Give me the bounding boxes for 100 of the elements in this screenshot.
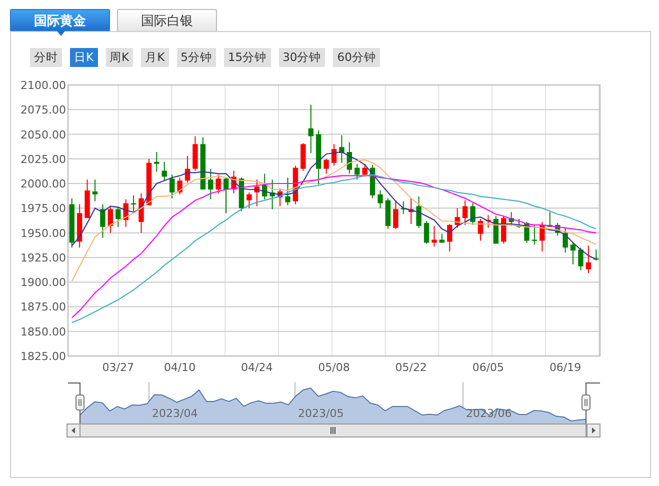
period-button[interactable]: 分时 — [30, 48, 62, 67]
candle — [216, 174, 221, 194]
candle — [508, 212, 514, 226]
period-button[interactable]: 60分钟 — [333, 48, 380, 67]
axis-label: 1950.00 — [20, 226, 66, 240]
candle — [231, 170, 236, 194]
axis-label: 06/19 — [549, 361, 582, 374]
axis-label: 06/05 — [472, 361, 504, 374]
candle — [478, 218, 484, 242]
candle — [277, 188, 283, 207]
axis-label: 2050.00 — [20, 128, 66, 142]
axis-label: 1850.00 — [20, 325, 66, 338]
candle — [116, 206, 121, 228]
candle — [76, 204, 82, 248]
candle — [385, 198, 391, 230]
candle — [100, 204, 106, 238]
axis-label: 03/27 — [102, 361, 134, 374]
candle — [540, 221, 545, 252]
candle — [439, 233, 445, 244]
candle — [316, 130, 322, 186]
candle — [400, 200, 406, 215]
candle — [354, 163, 360, 180]
candle — [92, 179, 98, 202]
period-button[interactable]: 月K — [141, 48, 169, 67]
axis-label: 1875.00 — [20, 300, 66, 314]
grip-icon — [330, 426, 336, 434]
pointer-icon — [57, 31, 65, 36]
axis-label: 2075.00 — [20, 104, 66, 117]
candle — [308, 104, 314, 154]
candle — [586, 245, 592, 274]
candle — [138, 192, 144, 234]
candle — [594, 249, 599, 261]
candle — [292, 165, 298, 205]
axis-label: 05/22 — [395, 361, 427, 374]
candle — [146, 158, 152, 206]
scroll-left-button[interactable] — [66, 424, 80, 438]
period-button[interactable]: 日K — [70, 48, 98, 67]
candle — [370, 164, 376, 199]
axis-label: 2000.00 — [20, 178, 66, 191]
candle — [378, 190, 383, 209]
axis-label: 1925.00 — [20, 251, 66, 264]
candle — [254, 179, 260, 207]
candle — [108, 206, 113, 234]
candle — [416, 196, 422, 228]
axis-label: 1825.00 — [20, 350, 66, 363]
candle — [424, 220, 430, 244]
candle — [84, 179, 90, 219]
candle — [462, 200, 468, 226]
candle — [516, 218, 522, 228]
candle — [223, 177, 229, 214]
period-button[interactable]: 30分钟 — [278, 48, 326, 67]
candle — [270, 179, 275, 210]
candle — [184, 155, 190, 184]
candle — [331, 144, 337, 166]
candle — [470, 202, 476, 226]
candle — [339, 134, 344, 164]
candle — [285, 177, 290, 206]
candle — [547, 212, 552, 228]
candle — [432, 225, 437, 248]
tab[interactable]: 国际白银 — [117, 9, 217, 31]
candle — [246, 192, 252, 209]
axis-label: 05/08 — [318, 361, 350, 374]
candle — [69, 198, 74, 248]
axis-label: 04/10 — [164, 361, 196, 374]
period-button[interactable]: 15分钟 — [224, 48, 271, 67]
candle — [262, 173, 268, 200]
candle — [524, 221, 530, 244]
scrollbar-thumb[interactable] — [80, 424, 586, 438]
candle — [408, 198, 414, 224]
candle — [346, 142, 352, 174]
candle — [169, 174, 175, 199]
candle — [562, 227, 568, 254]
candle — [362, 163, 368, 178]
candle — [393, 200, 398, 230]
candle — [123, 198, 128, 228]
navigator-handle[interactable] — [582, 394, 590, 410]
candle — [555, 222, 560, 236]
candle — [238, 177, 244, 212]
scroll-right-button[interactable] — [586, 424, 600, 438]
period-button[interactable]: 5分钟 — [176, 48, 216, 67]
candle — [200, 136, 206, 190]
candle — [447, 223, 452, 252]
candle — [486, 214, 491, 228]
candle — [324, 158, 329, 174]
candle — [493, 216, 499, 244]
axis-label: 1900.00 — [20, 276, 66, 290]
candle — [154, 152, 160, 172]
axis-label: 04/24 — [241, 361, 273, 374]
candle — [130, 194, 136, 212]
candle — [177, 177, 182, 195]
candle — [532, 224, 538, 246]
candle — [192, 136, 198, 172]
navigator-handle[interactable] — [76, 394, 84, 410]
candle — [208, 168, 214, 200]
period-button[interactable]: 周K — [106, 48, 134, 67]
candle — [454, 208, 460, 228]
axis-label: 1975.00 — [20, 202, 66, 216]
axis-label: 2025.00 — [20, 152, 66, 166]
candle — [578, 247, 584, 271]
candle — [300, 142, 306, 172]
